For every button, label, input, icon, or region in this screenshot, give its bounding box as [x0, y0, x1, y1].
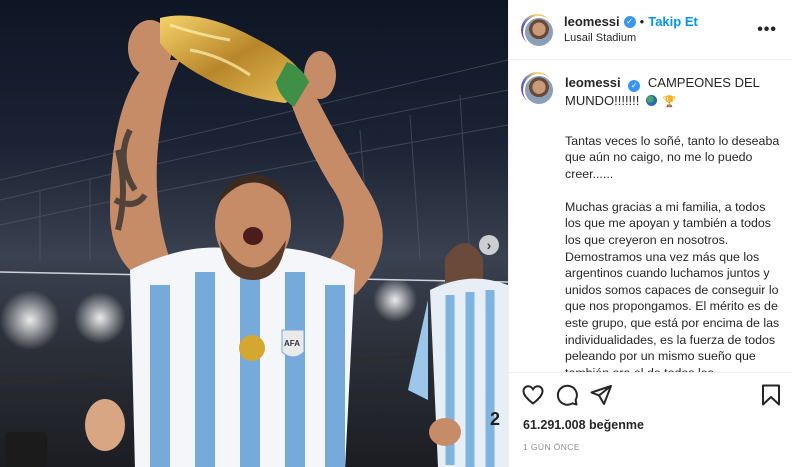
- verified-badge-icon: ✓: [628, 79, 641, 92]
- verified-badge-icon: ✓: [623, 15, 636, 28]
- svg-text:AFA: AFA: [284, 339, 300, 348]
- header-username[interactable]: leomessi: [564, 14, 620, 30]
- post-header: leomessi ✓ • Takip Et Lusail Stadium •••: [509, 0, 792, 60]
- trophy-emoji: 🏆: [662, 95, 677, 108]
- caption-username[interactable]: leomessi: [565, 75, 621, 90]
- caption-headline-row: leomessi ✓ CAMPEONES DEL MUNDO!!!!!!! 🏆: [565, 72, 783, 111]
- location-link[interactable]: Lusail Stadium: [564, 30, 698, 46]
- likes-word: beğenme: [589, 418, 644, 432]
- caption-paragraph: Tantas veces lo soñé, tanto lo deseaba q…: [565, 133, 780, 181]
- heart-icon[interactable]: [521, 383, 545, 407]
- globe-emoji: [646, 94, 658, 106]
- next-photo-button[interactable]: ›: [479, 235, 499, 255]
- caption-paragraph: Muchas gracias a mi familia, a todos los…: [565, 199, 780, 372]
- avatar[interactable]: [521, 72, 555, 106]
- likes-count[interactable]: 61.291.008 beğenme: [523, 418, 644, 432]
- more-options-icon[interactable]: •••: [757, 21, 777, 39]
- share-icon[interactable]: [589, 383, 613, 407]
- post-side-panel: leomessi ✓ • Takip Et Lusail Stadium •••…: [508, 0, 792, 467]
- fan-phone: [5, 432, 47, 467]
- save-icon[interactable]: [759, 383, 783, 407]
- follow-button[interactable]: Takip Et: [648, 14, 698, 30]
- photo-illustration: 2 AFA: [0, 15, 508, 467]
- avatar[interactable]: [521, 13, 555, 48]
- caption-body: Tantas veces lo soñé, tanto lo deseaba q…: [565, 133, 783, 373]
- fan-hand: [429, 418, 461, 446]
- comment-icon[interactable]: [555, 383, 579, 407]
- action-icons: [521, 383, 783, 407]
- post-photo[interactable]: 2 AFA ›: [0, 0, 508, 467]
- world-cup-trophy: [160, 15, 309, 107]
- header-meta: leomessi ✓ • Takip Et Lusail Stadium: [564, 14, 698, 46]
- svg-text:2: 2: [490, 409, 500, 429]
- right-hand: [304, 51, 336, 99]
- jersey: AFA: [130, 247, 355, 467]
- chevron-right-icon: ›: [486, 237, 492, 253]
- post-actions: 61.291.008 beğenme 1 GÜN ÖNCE: [509, 372, 792, 467]
- likes-number: 61.291.008: [523, 418, 586, 432]
- caption-area: leomessi ✓ CAMPEONES DEL MUNDO!!!!!!! 🏆 …: [521, 72, 783, 372]
- fan-hand: [85, 399, 125, 451]
- post-timestamp[interactable]: 1 GÜN ÖNCE: [523, 442, 580, 452]
- separator-dot: •: [639, 13, 645, 29]
